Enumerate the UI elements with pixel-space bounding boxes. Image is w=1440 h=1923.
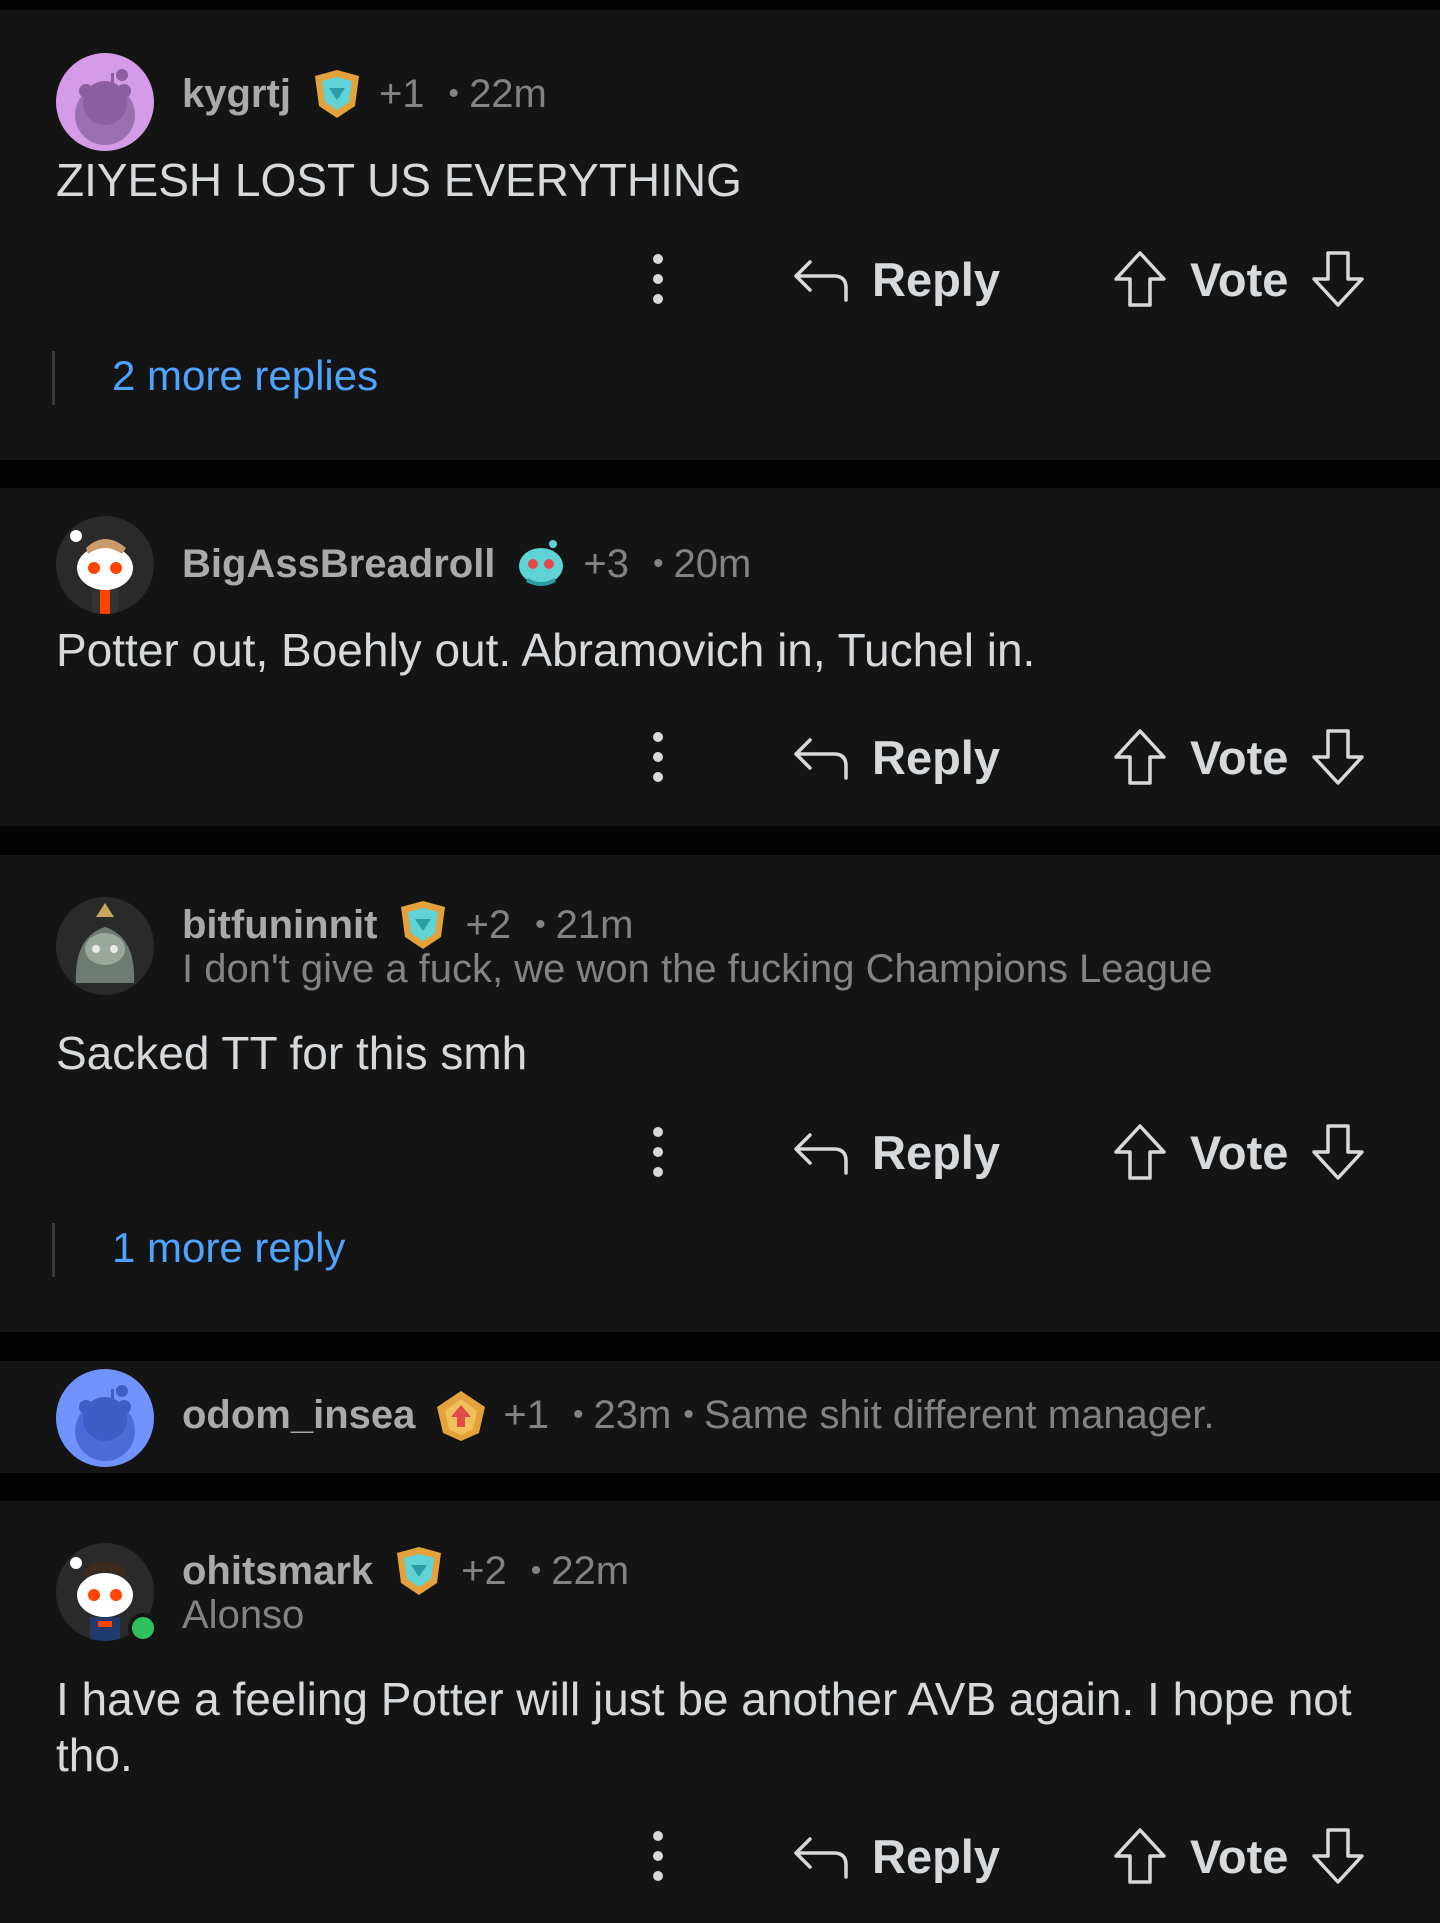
vote-controls: Vote: [1112, 1816, 1366, 1896]
collapsed-comment-card[interactable]: odom_insea +1 • 23m • Same shit differen…: [0, 1361, 1440, 1473]
user-flair: I don't give a fuck, we won the fucking …: [182, 947, 1213, 991]
user-flair: Alonso: [182, 1593, 305, 1637]
timestamp: 23m: [593, 1392, 672, 1437]
comment-meta: BigAssBreadroll +3 • 20m: [182, 536, 751, 592]
separator-dot: •: [535, 908, 546, 941]
username[interactable]: BigAssBreadroll: [182, 542, 495, 587]
thread-line: [52, 351, 55, 405]
comment-meta: bitfuninnit +2 • 21m: [182, 897, 633, 953]
vote-label: Vote: [1190, 1125, 1289, 1179]
upvote-arrow-icon[interactable]: [1112, 1122, 1168, 1182]
more-options-icon[interactable]: [640, 1112, 676, 1192]
user-avatar-icon[interactable]: [56, 897, 154, 995]
reply-button[interactable]: Reply: [790, 717, 1000, 797]
comment-body: Sacked TT for this smh: [56, 1027, 528, 1079]
score: +2: [461, 1548, 507, 1593]
vote-controls: Vote: [1112, 717, 1366, 797]
score: +2: [465, 902, 512, 947]
separator-dot: •: [683, 1398, 694, 1431]
upvote-arrow-icon[interactable]: [1112, 727, 1168, 787]
downvote-arrow-icon[interactable]: [1310, 1826, 1366, 1886]
downvote-arrow-icon[interactable]: [1310, 727, 1366, 787]
reply-arrow-icon: [794, 260, 848, 302]
vote-controls: Vote: [1112, 239, 1366, 319]
more-options-icon[interactable]: [640, 1816, 676, 1896]
comment-meta: ohitsmark +2 • 22m: [182, 1543, 629, 1599]
vote-label: Vote: [1190, 1829, 1289, 1883]
more-replies-text: 1 more reply: [112, 1224, 346, 1271]
comment-actions: Reply Vote: [0, 1816, 1440, 1896]
more-replies-link[interactable]: 2 more replies: [0, 347, 600, 407]
separator-dot: •: [573, 1398, 584, 1431]
username[interactable]: bitfuninnit: [182, 903, 377, 948]
reply-label: Reply: [872, 1125, 1000, 1179]
reply-label: Reply: [872, 730, 1000, 784]
downvote-arrow-icon[interactable]: [1310, 1122, 1366, 1182]
reply-label: Reply: [872, 252, 1000, 306]
reply-arrow-icon: [794, 1837, 848, 1879]
username[interactable]: kygrtj: [182, 72, 291, 117]
comment-meta: kygrtj +1 • 22m: [182, 66, 547, 122]
comment-actions: Reply Vote: [0, 717, 1440, 797]
separator-dot: •: [530, 1554, 542, 1587]
user-avatar-icon[interactable]: [56, 516, 154, 614]
username[interactable]: odom_insea: [182, 1393, 415, 1438]
timestamp: 21m: [555, 902, 634, 947]
vote-label: Vote: [1190, 730, 1289, 784]
award-icon[interactable]: [513, 536, 569, 592]
score: +1: [503, 1392, 550, 1437]
comment-card: bitfuninnit +2 • 21m I don't give a fuck…: [0, 855, 1440, 1332]
award-icon[interactable]: [433, 1387, 489, 1443]
username[interactable]: ohitsmark: [182, 1549, 373, 1594]
comment-body: Potter out, Boehly out. Abramovich in, T…: [56, 624, 1036, 676]
score: +3: [583, 541, 630, 586]
comment-actions: Reply Vote: [0, 1112, 1440, 1192]
comment-body: ZIYESH LOST US EVERYTHING: [56, 154, 742, 206]
separator-dot: •: [448, 77, 460, 110]
more-replies-link[interactable]: 1 more reply: [0, 1219, 600, 1279]
comment-meta: odom_insea +1 • 23m • Same shit differen…: [182, 1387, 1215, 1443]
timestamp: 20m: [673, 541, 752, 586]
award-icon[interactable]: [309, 66, 365, 122]
comment-body: I have a feeling Potter will just be ano…: [56, 1673, 1352, 1781]
timestamp: 22m: [551, 1548, 630, 1593]
user-avatar-icon[interactable]: [56, 53, 154, 151]
comment-card: kygrtj +1 • 22m ZIYESH LOST US EVERYTHIN…: [0, 10, 1440, 460]
online-status-indicator: [128, 1613, 158, 1643]
timestamp: 22m: [469, 71, 547, 116]
comment-actions: Reply Vote: [0, 239, 1440, 319]
comment-card: BigAssBreadroll +3 • 20m Potter out, Boe…: [0, 488, 1440, 826]
separator-dot: •: [653, 547, 664, 580]
more-options-icon[interactable]: [640, 239, 676, 319]
downvote-arrow-icon[interactable]: [1310, 249, 1366, 309]
vote-label: Vote: [1190, 252, 1289, 306]
reply-button[interactable]: Reply: [790, 239, 1000, 319]
score: +1: [378, 71, 425, 116]
reply-arrow-icon: [794, 738, 848, 780]
vote-controls: Vote: [1112, 1112, 1366, 1192]
award-icon[interactable]: [395, 897, 451, 953]
upvote-arrow-icon[interactable]: [1112, 1826, 1168, 1886]
more-options-icon[interactable]: [640, 717, 676, 797]
reply-button[interactable]: Reply: [790, 1816, 1000, 1896]
upvote-arrow-icon[interactable]: [1112, 249, 1168, 309]
award-icon[interactable]: [391, 1543, 447, 1599]
user-avatar-icon[interactable]: [56, 1369, 154, 1467]
reply-button[interactable]: Reply: [790, 1112, 1000, 1192]
comment-card: ohitsmark +2 • 22m Alonso I have a feeli…: [0, 1501, 1440, 1923]
collapsed-preview: Same shit different manager.: [703, 1392, 1215, 1437]
more-replies-text: 2 more replies: [112, 352, 379, 399]
thread-line: [52, 1223, 55, 1277]
reply-label: Reply: [872, 1829, 1000, 1883]
reply-arrow-icon: [794, 1133, 848, 1175]
